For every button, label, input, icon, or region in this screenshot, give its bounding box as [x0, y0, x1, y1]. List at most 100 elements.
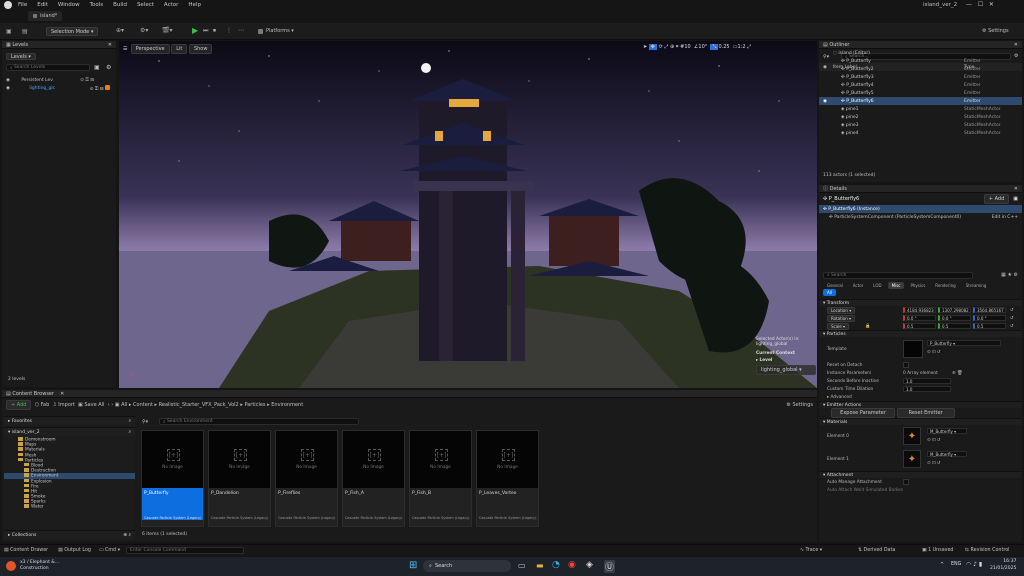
- chrome-icon[interactable]: ◉: [568, 560, 576, 570]
- blueprint-icon[interactable]: ⚙▾: [140, 27, 148, 34]
- tab-actor[interactable]: Actor: [849, 282, 868, 289]
- details-search[interactable]: ⌕ Search: [823, 271, 973, 279]
- gear-icon[interactable]: ⚙: [106, 64, 111, 71]
- folder-icon[interactable]: ▣: [94, 64, 100, 71]
- auto-manage-checkbox[interactable]: [903, 479, 909, 485]
- eye-icon[interactable]: ◉: [6, 78, 11, 83]
- folder-item[interactable]: Water: [18, 504, 135, 510]
- asset-tile[interactable]: [+] No Image P_Fish_B Cascade Particle Sy…: [409, 430, 472, 527]
- settings-button[interactable]: ⚙ Settings: [786, 402, 813, 408]
- camera-speed-value[interactable]: 1:2: [738, 44, 746, 50]
- menu-select[interactable]: Select: [137, 2, 154, 8]
- content-icon[interactable]: ▤: [22, 28, 28, 35]
- location-x[interactable]: 4184.936823: [903, 307, 936, 313]
- asset-tile[interactable]: [+] No Image P_Butterfly Cascade Particle…: [141, 430, 204, 527]
- outliner-row[interactable]: ◈ pine2 StaticMeshActor: [819, 113, 1022, 121]
- asset-tile[interactable]: [+] No Image P_Fireflies Cascade Particle…: [275, 430, 338, 527]
- cmd-dropdown[interactable]: ▭ Cmd ▾: [99, 548, 120, 553]
- levels-dropdown[interactable]: Levels ▾: [6, 53, 36, 60]
- level-row[interactable]: ◉ Persistent Lev ⊙ ⚿ ⊟: [6, 76, 114, 84]
- ctd-value[interactable]: 1.0: [903, 386, 951, 392]
- view-options-icon[interactable]: ▦ ★ ⚙: [1001, 272, 1018, 278]
- breadcrumb-item[interactable]: Realistic_Starter_VFX_Pack_Vol2: [159, 402, 239, 408]
- language-indicator[interactable]: ENG: [951, 562, 961, 567]
- menu-help[interactable]: Help: [188, 2, 201, 8]
- translate-icon[interactable]: ✥: [648, 44, 657, 50]
- scale-snap-icon[interactable]: ⤡: [710, 44, 719, 50]
- save-all-button[interactable]: ▣ Save All: [78, 402, 104, 408]
- section-emitter-actions[interactable]: ▾ Emitter Actions: [819, 401, 1022, 408]
- asset-tile[interactable]: [+] No Image P_Leaves_Vortex Cascade Part…: [476, 430, 539, 527]
- breadcrumb-item[interactable]: Particles: [244, 402, 265, 408]
- output-log-button[interactable]: ▤ Output Log: [58, 548, 91, 553]
- tab-island[interactable]: island*: [28, 11, 63, 21]
- nav-back-icon[interactable]: ‹ › ▣: [108, 402, 122, 408]
- fab-button[interactable]: ⬡ Fab: [35, 402, 50, 408]
- material-1-dropdown[interactable]: M_Butterfly ▾: [927, 451, 967, 457]
- location-z[interactable]: 3564.865167: [973, 307, 1006, 313]
- settings-dropdown[interactable]: ⚙ Settings: [982, 28, 1009, 34]
- rotation-x[interactable]: 0.0 °: [903, 315, 936, 321]
- revision-control-button[interactable]: ⇆ Revision Control: [965, 548, 1009, 553]
- selection-mode-dropdown[interactable]: Selection Mode ▾: [46, 27, 99, 36]
- add-actor-icon[interactable]: ⊕▾: [116, 27, 124, 34]
- clock[interactable]: 16:37 21/01/2025: [990, 559, 1016, 572]
- lit-button[interactable]: Lit: [171, 44, 188, 54]
- play-icon[interactable]: ▶: [192, 26, 198, 35]
- reset-emitter-button[interactable]: Reset Emitter: [896, 408, 955, 418]
- template-dropdown[interactable]: P_Butterfly ▾: [927, 340, 1001, 346]
- show-button[interactable]: Show: [188, 44, 213, 54]
- tab-misc[interactable]: Misc: [887, 281, 905, 289]
- search-icon[interactable]: ⌕: [128, 418, 131, 424]
- trace-button[interactable]: ∿ Trace ▾: [800, 548, 822, 553]
- browse-icon[interactable]: ⊙ ⊡ ↺: [927, 438, 941, 443]
- grid-snap-value[interactable]: 10: [684, 44, 690, 50]
- tab-rendering[interactable]: Rendering: [931, 282, 959, 289]
- menu-actor[interactable]: Actor: [164, 2, 178, 8]
- outliner-row[interactable]: ✣ P_Butterfly2 Emitter: [819, 65, 1022, 73]
- outliner-row[interactable]: ✣ P_Butterfly Emitter: [819, 57, 1022, 65]
- taskbar-search[interactable]: ⌕ Search: [423, 560, 511, 572]
- eye-icon[interactable]: ◉: [823, 99, 827, 104]
- close-panel-icon[interactable]: ✕: [108, 42, 112, 48]
- menu-edit[interactable]: Edit: [37, 2, 48, 8]
- rotation-z[interactable]: 0.0 °: [973, 315, 1006, 321]
- level-row[interactable]: ◉ lighting_glc ⊙ ⚿ ⊟: [6, 84, 114, 92]
- maximize-icon[interactable]: ☐: [978, 1, 983, 8]
- favorites-section[interactable]: ▸ Favorites ⌕: [4, 416, 135, 425]
- tray-chevron-icon[interactable]: ^: [940, 562, 944, 568]
- details-component-row[interactable]: ✣ ParticleSystemComponent (ParticleSyste…: [819, 213, 1022, 222]
- browse-icon[interactable]: ⊙ ⊡ ↺: [927, 461, 941, 466]
- template-thumbnail[interactable]: [903, 340, 923, 358]
- close-panel-icon[interactable]: ✕: [60, 391, 64, 397]
- reset-icon[interactable]: ↺: [1010, 324, 1014, 329]
- location-y[interactable]: 1307.298082: [938, 307, 971, 313]
- rotation-dropdown[interactable]: Rotation ▾: [827, 314, 856, 322]
- browse-icon[interactable]: ⊙ ⊡ ↺: [927, 350, 941, 355]
- tab-streaming[interactable]: Streaming: [962, 282, 991, 289]
- asset-tile[interactable]: [+] No Image P_Fish_A Cascade Particle Sy…: [342, 430, 405, 527]
- breadcrumb-item[interactable]: Content: [133, 402, 153, 408]
- overlay-level-dropdown[interactable]: lighting_global ▾: [756, 365, 816, 375]
- scale-dropdown[interactable]: Scale ▾: [827, 322, 850, 330]
- epic-launcher-icon[interactable]: ◈: [586, 560, 593, 570]
- section-transform[interactable]: ▾ Transform: [819, 299, 1022, 306]
- close-panel-icon[interactable]: ✕: [1014, 186, 1018, 192]
- content-drawer-button[interactable]: ▤ Content Drawer: [4, 548, 48, 553]
- edit-cpp-link[interactable]: Edit in C++: [992, 215, 1018, 220]
- section-materials[interactable]: ▾ Materials: [819, 418, 1022, 425]
- outliner-row[interactable]: ✣ P_Butterfly4 Emitter: [819, 81, 1022, 89]
- console-input[interactable]: Enter Console Command: [126, 547, 245, 554]
- outliner-row[interactable]: ✣ P_Butterfly5 Emitter: [819, 89, 1022, 97]
- search-icon[interactable]: ⌕: [128, 429, 131, 435]
- level-viewport[interactable]: ☰ Perspective Lit Show ➤ ✥ ⟳ ⤢ ⊕ ⌗ #10 ∠…: [119, 41, 817, 388]
- lock-icon[interactable]: 🔒: [865, 324, 870, 329]
- angle-snap-value[interactable]: 10°: [698, 44, 707, 50]
- prop-advanced[interactable]: ▸ Advanced: [819, 393, 1022, 401]
- details-instance-row[interactable]: ✣ P_Butterfly6 (Instance): [819, 205, 1022, 213]
- outliner-row[interactable]: ◈ pine4 StaticMeshActor: [819, 129, 1022, 137]
- edge-icon[interactable]: ◔: [552, 560, 560, 570]
- weather-widget[interactable]: x3 / Elephant &... Construction: [20, 560, 59, 572]
- levels-search[interactable]: ⌕ Search Levels: [6, 64, 90, 71]
- viewport-menu-icon[interactable]: ☰: [123, 46, 131, 52]
